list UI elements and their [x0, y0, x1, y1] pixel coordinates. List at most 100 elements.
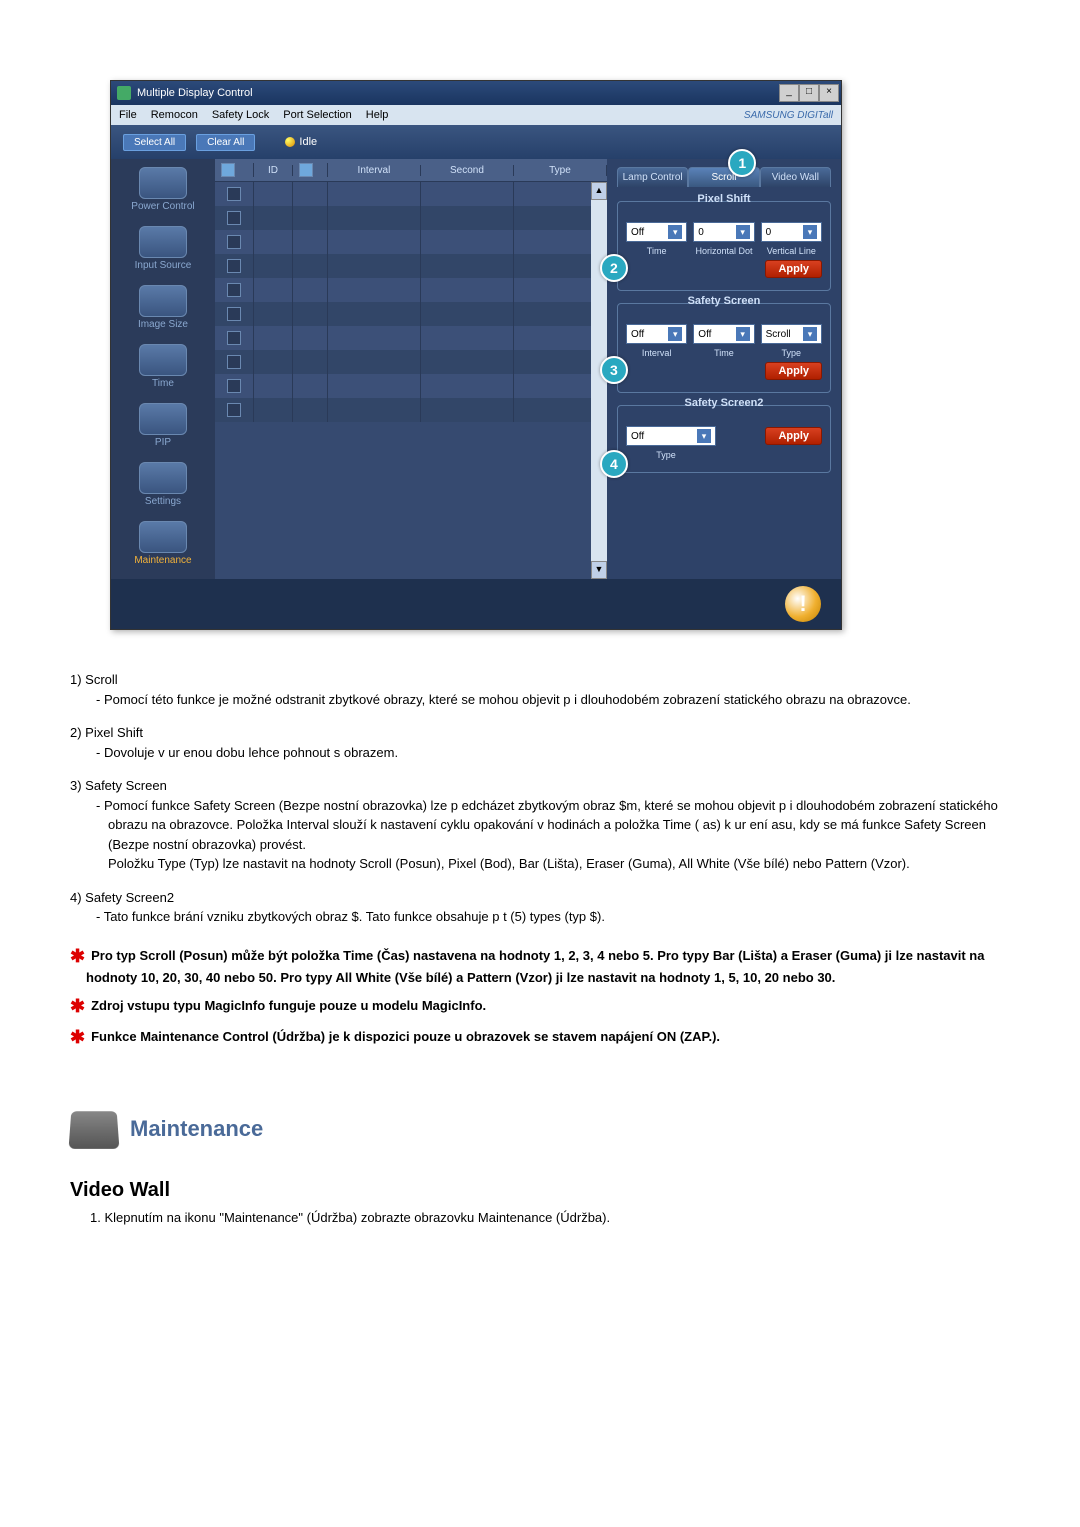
- window-title: Multiple Display Control: [137, 87, 253, 99]
- callout-4: 4: [600, 450, 628, 478]
- desc-3-text2: Položku Type (Typ) lze nastavit na hodno…: [70, 854, 1010, 874]
- group-safety-screen: Safety Screen Off▾ Off▾ Scroll▾ Interval…: [617, 303, 831, 393]
- menu-help[interactable]: Help: [366, 109, 389, 121]
- app-icon: [117, 86, 131, 100]
- row-checkbox[interactable]: [227, 331, 241, 345]
- menubar: File Remocon Safety Lock Port Selection …: [111, 105, 841, 125]
- table-row[interactable]: [215, 326, 607, 350]
- settings-icon: [139, 462, 187, 494]
- statusbar: !: [111, 579, 841, 629]
- maximize-button[interactable]: □: [799, 84, 819, 102]
- desc-4-text: - Tato funkce brání vzniku zbytkových ob…: [70, 907, 1010, 927]
- header-checkbox2[interactable]: [299, 163, 313, 177]
- safetyscreen-type-select[interactable]: Scroll▾: [761, 324, 822, 344]
- brand-label: SAMSUNG DIGITall: [744, 110, 833, 121]
- table-row[interactable]: [215, 278, 607, 302]
- group-title: Safety Screen2: [679, 397, 770, 409]
- row-checkbox[interactable]: [227, 235, 241, 249]
- note-3: ✱Funkce Maintenance Control (Údržba) je …: [86, 1022, 1010, 1049]
- safetyscreen-interval-select[interactable]: Off▾: [626, 324, 687, 344]
- table-row[interactable]: [215, 302, 607, 326]
- power-icon: [139, 167, 187, 199]
- row-checkbox[interactable]: [227, 187, 241, 201]
- panel-tabs: Lamp Control Scroll Video Wall 1: [617, 167, 831, 187]
- app-window: Multiple Display Control _ □ × File Remo…: [110, 80, 842, 630]
- chevron-down-icon: ▾: [803, 225, 817, 239]
- row-checkbox[interactable]: [227, 355, 241, 369]
- select-all-button[interactable]: Select All: [123, 134, 186, 151]
- sidebar-item-maintenance[interactable]: Maintenance: [115, 519, 211, 570]
- clear-all-button[interactable]: Clear All: [196, 134, 255, 151]
- minimize-button[interactable]: _: [779, 84, 799, 102]
- close-button[interactable]: ×: [819, 84, 839, 102]
- group-pixel-shift: Pixel Shift Off▾ 0▾ 0▾ Time Horizontal D…: [617, 201, 831, 291]
- section-header: Maintenance: [70, 1109, 1010, 1149]
- sidebar-item-settings[interactable]: Settings: [115, 460, 211, 511]
- menu-port-selection[interactable]: Port Selection: [283, 109, 351, 121]
- subsection-title: Video Wall: [70, 1179, 1010, 1202]
- table-row[interactable]: [215, 350, 607, 374]
- pixelshift-hdot-select[interactable]: 0▾: [693, 222, 754, 242]
- row-checkbox[interactable]: [227, 307, 241, 321]
- menu-safety-lock[interactable]: Safety Lock: [212, 109, 269, 121]
- note-2: ✱Zdroj vstupu typu MagicInfo funguje pou…: [86, 991, 1010, 1018]
- sidebar-item-input[interactable]: Input Source: [115, 224, 211, 275]
- desc-1-text: - Pomocí této funkce je možné odstranit …: [70, 690, 1010, 710]
- sidebar-item-power[interactable]: Power Control: [115, 165, 211, 216]
- note-1: ✱Pro typ Scroll (Posun) může být položka…: [86, 941, 1010, 988]
- row-checkbox[interactable]: [227, 283, 241, 297]
- description-list: 1) Scroll - Pomocí této funkce je možné …: [70, 670, 1010, 1049]
- callout-3: 3: [600, 356, 628, 384]
- safetyscreen-time-select[interactable]: Off▾: [693, 324, 754, 344]
- col-interval: Interval: [328, 165, 421, 176]
- input-icon: [139, 226, 187, 258]
- tab-video[interactable]: Video Wall: [760, 167, 831, 187]
- table-row[interactable]: [215, 374, 607, 398]
- tab-lamp[interactable]: Lamp Control: [617, 167, 688, 187]
- star-icon: ✱: [70, 1027, 85, 1047]
- row-checkbox[interactable]: [227, 403, 241, 417]
- table-row[interactable]: [215, 182, 607, 206]
- row-checkbox[interactable]: [227, 211, 241, 225]
- row-checkbox[interactable]: [227, 379, 241, 393]
- group-title: Safety Screen: [682, 295, 767, 307]
- safetyscreen2-apply-button[interactable]: Apply: [765, 427, 822, 445]
- menu-file[interactable]: File: [119, 109, 137, 121]
- pixelshift-time-select[interactable]: Off▾: [626, 222, 687, 242]
- chevron-down-icon: ▾: [736, 327, 750, 341]
- time-icon: [139, 344, 187, 376]
- idle-indicator: Idle: [285, 136, 317, 148]
- chevron-down-icon: ▾: [668, 327, 682, 341]
- header-checkbox[interactable]: [221, 163, 235, 177]
- right-panel: Lamp Control Scroll Video Wall 1 Pixel S…: [607, 159, 841, 579]
- pip-icon: [139, 403, 187, 435]
- col-second: Second: [421, 165, 514, 176]
- table-row[interactable]: [215, 230, 607, 254]
- scroll-up-icon[interactable]: ▲: [591, 182, 607, 200]
- table-row[interactable]: [215, 254, 607, 278]
- sidebar-item-imagesize[interactable]: Image Size: [115, 283, 211, 334]
- idle-label: Idle: [299, 136, 317, 148]
- safetyscreen-apply-button[interactable]: Apply: [765, 362, 822, 380]
- table-row[interactable]: [215, 206, 607, 230]
- table-row[interactable]: [215, 398, 607, 422]
- chevron-down-icon: ▾: [803, 327, 817, 341]
- desc-4-title: 4) Safety Screen2: [70, 888, 1010, 908]
- scroll-down-icon[interactable]: ▼: [591, 561, 607, 579]
- sidebar-item-pip[interactable]: PIP: [115, 401, 211, 452]
- safetyscreen2-type-select[interactable]: Off▾: [626, 426, 716, 446]
- desc-2-text: - Dovoluje v ur enou dobu lehce pohnout …: [70, 743, 1010, 763]
- image-size-icon: [139, 285, 187, 317]
- maintenance-icon: [139, 521, 187, 553]
- desc-3-text1: - Pomocí funkce Safety Screen (Bezpe nos…: [70, 796, 1010, 855]
- menu-remocon[interactable]: Remocon: [151, 109, 198, 121]
- pixelshift-vline-select[interactable]: 0▾: [761, 222, 822, 242]
- callout-2: 2: [600, 254, 628, 282]
- titlebar: Multiple Display Control _ □ ×: [111, 81, 841, 105]
- star-icon: ✱: [70, 996, 85, 1016]
- chevron-down-icon: ▾: [697, 429, 711, 443]
- chevron-down-icon: ▾: [736, 225, 750, 239]
- row-checkbox[interactable]: [227, 259, 241, 273]
- pixelshift-apply-button[interactable]: Apply: [765, 260, 822, 278]
- sidebar-item-time[interactable]: Time: [115, 342, 211, 393]
